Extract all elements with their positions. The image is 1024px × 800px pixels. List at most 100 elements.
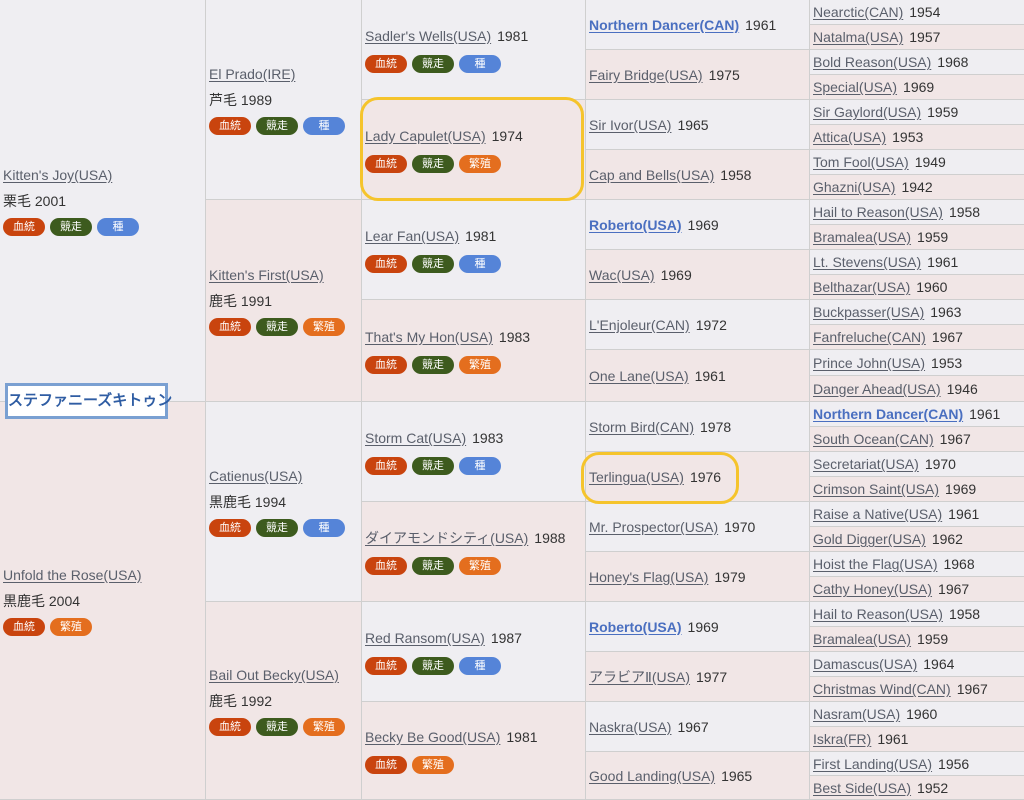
horse-link[interactable]: Gold Digger(USA) [813,531,926,547]
horse-link[interactable]: Catienus(USA) [209,468,302,484]
race-badge[interactable]: 競走 [412,456,454,475]
horse-link[interactable]: Secretariat(USA) [813,456,919,472]
horse-link[interactable]: Buckpasser(USA) [813,304,924,320]
pedigree-badge[interactable]: 血統 [365,456,407,475]
horse-link[interactable]: Wac(USA) [589,267,655,283]
horse-link[interactable]: First Landing(USA) [813,756,932,772]
pedigree-badge[interactable]: 血統 [209,717,251,736]
race-badge[interactable]: 競走 [256,717,298,736]
horse-link[interactable]: Nasram(USA) [813,706,900,722]
horse-link[interactable]: Sadler's Wells(USA) [365,28,491,44]
stallion-badge[interactable]: 種 [459,54,501,73]
horse-link[interactable]: Honey's Flag(USA) [589,569,708,585]
sire-link[interactable]: Kitten's Joy(USA) [3,167,112,183]
horse-link[interactable]: Iskra(FR) [813,731,871,747]
horse-link[interactable]: Ghazni(USA) [813,179,895,195]
horse-link[interactable]: Bail Out Becky(USA) [209,667,339,683]
horse-link[interactable]: Special(USA) [813,79,897,95]
horse-link[interactable]: That's My Hon(USA) [365,329,493,345]
horse-link[interactable]: Attica(USA) [813,129,886,145]
horse-link[interactable]: Sir Gaylord(USA) [813,104,921,120]
horse-link[interactable]: Belthazar(USA) [813,279,910,295]
horse-link[interactable]: El Prado(IRE) [209,66,295,82]
horse-link[interactable]: Roberto(USA) [589,619,682,635]
race-badge[interactable]: 競走 [412,556,454,575]
broodmare-badge[interactable]: 繁殖 [412,755,454,774]
horse-link[interactable]: Roberto(USA) [589,217,682,233]
horse-link[interactable]: Storm Cat(USA) [365,430,466,446]
pedigree-badge[interactable]: 血統 [365,54,407,73]
horse-link[interactable]: Christmas Wind(CAN) [813,681,951,697]
stallion-badge[interactable]: 種 [459,656,501,675]
horse-link[interactable]: Terlingua(USA) [589,469,684,485]
horse-link[interactable]: Damascus(USA) [813,656,917,672]
race-badge[interactable]: 競走 [412,656,454,675]
broodmare-badge[interactable]: 繁殖 [303,317,345,336]
stallion-badge[interactable]: 種 [303,116,345,135]
dam-link[interactable]: Unfold the Rose(USA) [3,567,142,583]
race-badge[interactable]: 競走 [412,355,454,374]
horse-link[interactable]: Lear Fan(USA) [365,228,459,244]
horse-link[interactable]: One Lane(USA) [589,368,689,384]
horse-link[interactable]: Bramalea(USA) [813,631,911,647]
horse-link[interactable]: Fairy Bridge(USA) [589,67,703,83]
race-badge[interactable]: 競走 [412,254,454,273]
pedigree-badge[interactable]: 血統 [365,154,407,173]
broodmare-badge[interactable]: 繁殖 [459,355,501,374]
horse-link[interactable]: L'Enjoleur(CAN) [589,317,690,333]
horse-link[interactable]: Sir Ivor(USA) [589,117,671,133]
horse-link[interactable]: Cathy Honey(USA) [813,581,932,597]
race-badge[interactable]: 競走 [412,54,454,73]
horse-link[interactable]: Storm Bird(CAN) [589,419,694,435]
horse-link[interactable]: Prince John(USA) [813,355,925,371]
pedigree-badge[interactable]: 血統 [3,617,45,636]
horse-link[interactable]: Best Side(USA) [813,780,911,796]
stallion-badge[interactable]: 種 [97,217,139,236]
horse-link[interactable]: Bramalea(USA) [813,229,911,245]
horse-link[interactable]: Raise a Native(USA) [813,506,942,522]
pedigree-badge[interactable]: 血統 [209,317,251,336]
horse-link[interactable]: Mr. Prospector(USA) [589,519,718,535]
pedigree-badge[interactable]: 血統 [209,116,251,135]
horse-link[interactable]: Tom Fool(USA) [813,154,909,170]
broodmare-badge[interactable]: 繁殖 [459,556,501,575]
horse-link[interactable]: Cap and Bells(USA) [589,167,714,183]
horse-link[interactable]: Northern Dancer(CAN) [589,17,739,33]
race-badge[interactable]: 競走 [412,154,454,173]
horse-link[interactable]: Good Landing(USA) [589,768,715,784]
horse-link[interactable]: Fanfreluche(CAN) [813,329,926,345]
horse-link[interactable]: Hail to Reason(USA) [813,204,943,220]
pedigree-badge[interactable]: 血統 [3,217,45,236]
race-badge[interactable]: 競走 [256,518,298,537]
race-badge[interactable]: 競走 [256,116,298,135]
pedigree-badge[interactable]: 血統 [209,518,251,537]
horse-link[interactable]: Lady Capulet(USA) [365,128,486,144]
broodmare-badge[interactable]: 繁殖 [459,154,501,173]
pedigree-badge[interactable]: 血統 [365,755,407,774]
horse-link[interactable]: Hoist the Flag(USA) [813,556,937,572]
horse-link[interactable]: Becky Be Good(USA) [365,729,500,745]
horse-link[interactable]: Crimson Saint(USA) [813,481,939,497]
horse-link[interactable]: アラビアⅡ(USA) [589,669,690,685]
horse-link[interactable]: Naskra(USA) [589,719,671,735]
horse-link[interactable]: Kitten's First(USA) [209,267,324,283]
broodmare-badge[interactable]: 繁殖 [303,717,345,736]
horse-link[interactable]: Hail to Reason(USA) [813,606,943,622]
horse-link[interactable]: Danger Ahead(USA) [813,381,941,397]
horse-link[interactable]: South Ocean(CAN) [813,431,934,447]
pedigree-badge[interactable]: 血統 [365,355,407,374]
pedigree-badge[interactable]: 血統 [365,556,407,575]
stallion-badge[interactable]: 種 [459,254,501,273]
pedigree-badge[interactable]: 血統 [365,656,407,675]
horse-link[interactable]: Bold Reason(USA) [813,54,931,70]
pedigree-badge[interactable]: 血統 [365,254,407,273]
stallion-badge[interactable]: 種 [303,518,345,537]
horse-link[interactable]: Lt. Stevens(USA) [813,254,921,270]
horse-link[interactable]: Nearctic(CAN) [813,4,903,20]
horse-link[interactable]: Northern Dancer(CAN) [813,406,963,422]
horse-link[interactable]: Natalma(USA) [813,29,903,45]
stallion-badge[interactable]: 種 [459,456,501,475]
horse-link[interactable]: ダイアモンドシティ(USA) [365,530,528,546]
broodmare-badge[interactable]: 繁殖 [50,617,92,636]
race-badge[interactable]: 競走 [50,217,92,236]
